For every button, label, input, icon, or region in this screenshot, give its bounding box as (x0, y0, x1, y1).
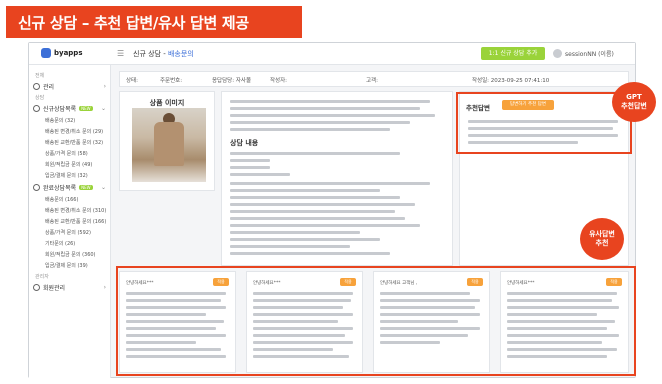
inquiry-text-line (230, 182, 430, 185)
sidebar-section-label: 관리자 (35, 274, 49, 280)
page-banner: 신규 상담 – 추천 답변/유사 답변 제공 (6, 6, 302, 38)
sidebar-item[interactable]: 회원/적립금 문의 (360) (45, 251, 110, 258)
inquiry-text-line (230, 114, 435, 117)
sidebar-item[interactable]: 배송된 교환/반품 문의 (32) (45, 139, 110, 146)
inquiry-text-line (230, 159, 270, 162)
gpt-callout: GPT 추천답변 (612, 82, 656, 122)
similar-highlight-box (116, 266, 636, 376)
sidebar-item[interactable]: 배송된 교환/반품 문의 (166) (45, 218, 110, 225)
product-image (132, 108, 206, 182)
gpt-callout-bottom: 추천답변 (621, 102, 647, 110)
inquiry-text-line (230, 224, 420, 227)
logo-text: byapps (54, 49, 83, 57)
new-badge: NEW (79, 185, 93, 190)
inquiry-text-line (230, 166, 270, 169)
sidebar-item[interactable]: 배송된 변경/취소 문의 (310) (45, 207, 110, 214)
sidebar-item[interactable]: 회원/적립금 문의 (49) (45, 161, 110, 168)
gear-icon (33, 83, 40, 90)
sidebar-group-label: 회원관리 (43, 285, 66, 292)
sidebar-group-label: 신규상담목록 (43, 106, 77, 113)
sidebar-item[interactable]: 배송문의 (32) (45, 117, 110, 124)
check-circle-icon (33, 184, 40, 191)
inquiry-detail-title: 상담 내용 (230, 139, 259, 147)
status-field[interactable]: 상태: (126, 76, 138, 84)
breadcrumb-current[interactable]: 배송문의 (168, 50, 194, 58)
inquiry-text-line (230, 196, 400, 199)
inquiry-text-line (230, 203, 415, 206)
inquiry-text-line (230, 152, 400, 155)
product-image-title: 상품 이미지 (149, 99, 185, 107)
sidebar-item[interactable]: 배송된 변경/취소 문의 (29) (45, 128, 110, 135)
logo-mark-icon (41, 48, 51, 58)
inquiry-text-line (230, 231, 360, 234)
inquiry-text-line (230, 173, 290, 176)
chevron-down-icon: ⌄ (100, 105, 106, 112)
consult-info-row: 상태: 주문번호: 응답담당: 자사몰 작성자: 고객: 작성일: 2023-0… (119, 71, 629, 87)
sidebar-item[interactable]: 입금/결제 문의 (39) (45, 262, 110, 269)
user-name: sessionNN (이름) (565, 51, 614, 58)
customer-field: 고객: (366, 78, 378, 84)
add-consult-button[interactable]: 1:1 신규 상담 추가 (481, 47, 545, 60)
inquiry-text-line (230, 210, 395, 213)
inquiry-text-line (230, 217, 405, 220)
breadcrumb-prefix: 신규 상담 - (133, 50, 166, 58)
similar-callout: 유사답변 추천 (580, 218, 624, 260)
menu-icon[interactable]: ☰ (117, 49, 124, 58)
sidebar-group-members[interactable]: 회원관리 › (33, 283, 110, 292)
inquiry-text-line (230, 121, 410, 124)
gpt-callout-top: GPT (626, 93, 642, 101)
manager-field[interactable]: 응답담당: 자사몰 (212, 76, 251, 84)
sidebar-group-done[interactable]: 완료상담목록 NEW ⌄ (33, 183, 110, 192)
chevron-right-icon: › (103, 284, 106, 291)
sidebar-group-label: 완료상담목록 (43, 185, 77, 192)
sidebar-group-new[interactable]: 신규상담목록 NEW ⌄ (33, 104, 110, 113)
inquiry-text-line (230, 245, 350, 248)
top-bar: byapps ☰ 신규 상담 - 배송문의 1:1 신규 상담 추가 sessi… (29, 43, 635, 65)
user-icon (33, 284, 40, 291)
inquiry-text-line (230, 107, 420, 110)
writer-field: 작성자: (270, 78, 288, 84)
chevron-down-icon: ⌄ (100, 184, 106, 191)
breadcrumb: 신규 상담 - 배송문의 (133, 49, 194, 59)
inquiry-text-line (230, 100, 430, 103)
inquiry-text-line (230, 128, 390, 131)
order-no-field[interactable]: 주문번호: (160, 76, 182, 84)
user-menu[interactable]: sessionNN (이름) (553, 49, 614, 58)
similar-callout-top: 유사답변 (589, 230, 615, 238)
product-photo-coat (154, 122, 184, 166)
inquiry-text-line (230, 238, 380, 241)
similar-callout-bottom: 추천 (595, 239, 609, 247)
sidebar-item[interactable]: 입금/결제 문의 (32) (45, 172, 110, 179)
chevron-right-icon: › (103, 83, 106, 90)
inquiry-text-line (230, 252, 390, 255)
sidebar-group-label: 관리 (43, 84, 55, 91)
inquiry-card: 상담 내용 (221, 91, 453, 266)
sidebar-item[interactable]: 기타문의 (26) (45, 240, 110, 247)
clock-icon (33, 105, 40, 112)
sidebar-section-label: 상담 (35, 95, 45, 101)
sidebar-item[interactable]: 상품/가격 문의 (592) (45, 229, 110, 236)
new-badge: NEW (79, 106, 93, 111)
avatar (553, 49, 562, 58)
logo[interactable]: byapps (41, 48, 83, 58)
product-image-card: 상품 이미지 (119, 91, 215, 191)
sidebar-section-label: 전체 (35, 73, 45, 79)
sidebar-group-manage[interactable]: 관리 › (33, 82, 110, 91)
gpt-highlight-box (456, 92, 632, 154)
sidebar: 전체 관리 › 상담 신규상담목록 NEW ⌄ 배송문의 (32) 배송된 변경… (29, 65, 111, 378)
inquiry-text-line (230, 189, 380, 192)
sidebar-item[interactable]: 배송문의 (166) (45, 196, 110, 203)
sidebar-item[interactable]: 상품/가격 문의 (58) (45, 150, 110, 157)
date-field: 작성일: 2023-09-25 07:41:10 (472, 78, 550, 84)
